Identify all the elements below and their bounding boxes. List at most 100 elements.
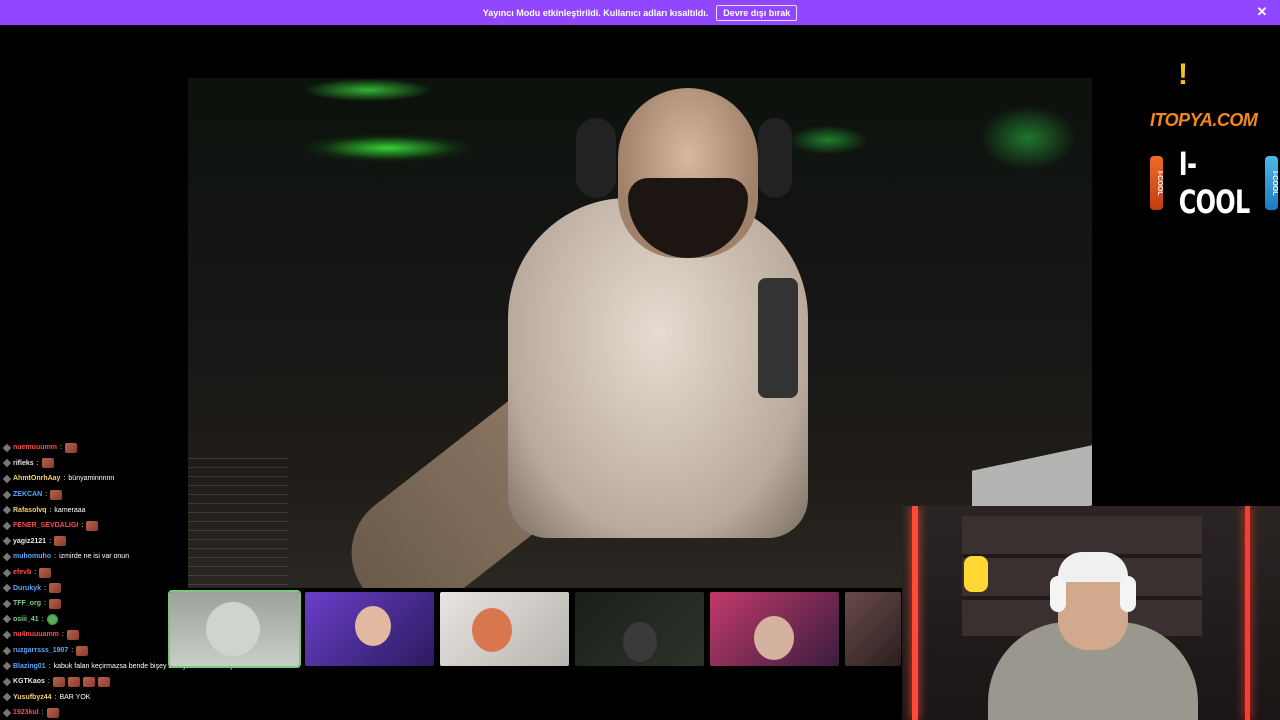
chat-separator: : bbox=[63, 475, 66, 483]
chat-separator: : bbox=[61, 631, 64, 639]
chat-username[interactable]: Blazing01 bbox=[13, 663, 46, 670]
avatar bbox=[754, 616, 794, 660]
chat-separator: : bbox=[48, 662, 51, 670]
chat-separator: : bbox=[34, 569, 37, 577]
emote-icon bbox=[86, 520, 99, 531]
emote-icon bbox=[97, 676, 110, 687]
chat-separator: : bbox=[81, 522, 84, 530]
avatar bbox=[206, 602, 260, 656]
chat-separator: : bbox=[36, 459, 39, 467]
chat-text: bünyaminnnnn bbox=[68, 475, 115, 483]
chat-separator: : bbox=[45, 491, 48, 499]
badge-icon bbox=[2, 646, 12, 655]
chat-message: ZEKCAN: bbox=[2, 487, 304, 503]
banner-message: Yayıncı Modu etkinleştirildi. Kullanıcı … bbox=[482, 7, 709, 18]
chat-username[interactable]: TFF_org bbox=[13, 600, 41, 607]
chat-message: 1923kul: bbox=[2, 705, 304, 720]
emote-icon bbox=[41, 458, 54, 469]
chat-message: AhmtOnrhAay: bünyaminnnnn bbox=[2, 471, 304, 487]
chat-username[interactable]: ruzgarrsss_1907 bbox=[13, 647, 68, 654]
neon-light-left bbox=[912, 506, 918, 720]
badge-icon bbox=[2, 693, 12, 702]
emote-icon bbox=[54, 536, 67, 547]
chat-username[interactable]: nuemuuumm bbox=[13, 444, 57, 451]
icool-can-blue: I-COOL bbox=[1265, 156, 1278, 210]
thumbnail-3[interactable] bbox=[440, 592, 569, 666]
thumbnail-2[interactable] bbox=[305, 592, 434, 666]
thumbnail-5[interactable] bbox=[710, 592, 839, 666]
close-icon[interactable]: ✕ bbox=[1256, 5, 1268, 18]
chat-username[interactable]: FENER_SEVDALIGI bbox=[13, 522, 78, 529]
neon-light-right bbox=[1245, 506, 1250, 720]
sponsor-panel: ! ITOPYA.COM I-COOL I-COOL I-COOL bbox=[1148, 58, 1280, 221]
chat-separator: : bbox=[49, 506, 52, 514]
chat-username[interactable]: 1923kul bbox=[13, 709, 39, 716]
chat-overlay: nuemuuumm: rifleks: AhmtOnrhAay: bünyaminnn… bbox=[2, 440, 304, 720]
chat-message: rifleks: bbox=[2, 456, 304, 472]
chat-message: FENER_SEVDALIGI: bbox=[2, 518, 304, 534]
chat-separator: : bbox=[54, 693, 57, 701]
chat-username[interactable]: nu4nuuuamm bbox=[13, 631, 59, 638]
badge-icon bbox=[2, 537, 12, 546]
thumbnail-1[interactable] bbox=[168, 590, 301, 668]
chat-separator: : bbox=[47, 678, 50, 686]
chat-username[interactable]: Yusufbyz44 bbox=[13, 694, 52, 701]
badge-icon bbox=[2, 552, 12, 562]
emote-icon bbox=[50, 489, 63, 500]
chat-separator: : bbox=[41, 615, 44, 623]
emote-icon bbox=[76, 645, 89, 656]
chat-message: KGTKaos: bbox=[2, 674, 304, 690]
headphones-right bbox=[758, 118, 792, 198]
chat-separator: : bbox=[49, 537, 52, 545]
chat-username[interactable]: osiii_41 bbox=[13, 616, 39, 623]
badge-icon bbox=[2, 443, 12, 453]
emote-icon bbox=[82, 676, 95, 687]
badge-icon bbox=[2, 615, 12, 624]
chat-username[interactable]: Rafasolvq bbox=[13, 507, 46, 514]
chat-separator: : bbox=[59, 444, 62, 452]
emote-icon bbox=[64, 442, 77, 453]
thumbnail-4[interactable] bbox=[575, 592, 704, 666]
icool-wordmark: I-COOL bbox=[1178, 145, 1250, 221]
chat-text: BAR YOK bbox=[59, 693, 91, 701]
chat-username[interactable]: KGTKaos bbox=[13, 678, 45, 685]
chat-username[interactable]: muhomuho bbox=[13, 553, 51, 560]
facecam-cap bbox=[1058, 552, 1128, 582]
badge-icon bbox=[2, 568, 12, 577]
co-stream-thumbnails bbox=[168, 590, 901, 668]
emote-icon bbox=[66, 629, 79, 640]
chat-message: Rafasolvq: kameraaa bbox=[2, 502, 304, 518]
chat-text: izmirde ne isi var onun bbox=[59, 553, 130, 561]
avatar bbox=[623, 622, 657, 662]
itopya-logo: ITOPYA.COM bbox=[1150, 110, 1258, 130]
badge-icon bbox=[2, 677, 12, 686]
microphone bbox=[758, 278, 798, 398]
chat-username[interactable]: rifleks bbox=[13, 460, 34, 467]
chat-separator: : bbox=[44, 584, 46, 592]
chat-username[interactable]: ZEKCAN bbox=[13, 491, 42, 498]
chat-separator: : bbox=[71, 647, 74, 655]
avatar bbox=[355, 606, 391, 646]
badge-icon bbox=[2, 583, 12, 593]
chat-separator: : bbox=[44, 600, 46, 608]
emote-icon bbox=[46, 613, 58, 625]
headphones-left bbox=[576, 118, 616, 198]
figurine bbox=[964, 556, 988, 592]
chat-username[interactable]: Durukyk bbox=[13, 585, 41, 592]
emote-icon bbox=[48, 583, 61, 594]
avatar bbox=[472, 608, 512, 652]
emote-icon bbox=[52, 676, 65, 687]
badge-icon bbox=[2, 505, 12, 515]
facecam-overlay bbox=[902, 506, 1280, 720]
chat-message: nuemuuumm: bbox=[2, 440, 304, 456]
chat-username[interactable]: yagiz2121 bbox=[13, 538, 46, 545]
disable-streamer-mode-button[interactable]: Devre dışı bırak bbox=[716, 4, 798, 21]
chat-username[interactable]: efevb bbox=[13, 569, 31, 576]
chat-message: muhomuho: izmirde ne isi var onun bbox=[2, 549, 304, 565]
chat-username[interactable]: AhmtOnrhAay bbox=[13, 475, 60, 482]
badge-icon bbox=[2, 661, 12, 671]
badge-icon bbox=[2, 630, 12, 640]
thumbnail-6[interactable] bbox=[845, 592, 901, 666]
badge-icon bbox=[2, 459, 12, 468]
chat-separator: : bbox=[54, 553, 57, 561]
